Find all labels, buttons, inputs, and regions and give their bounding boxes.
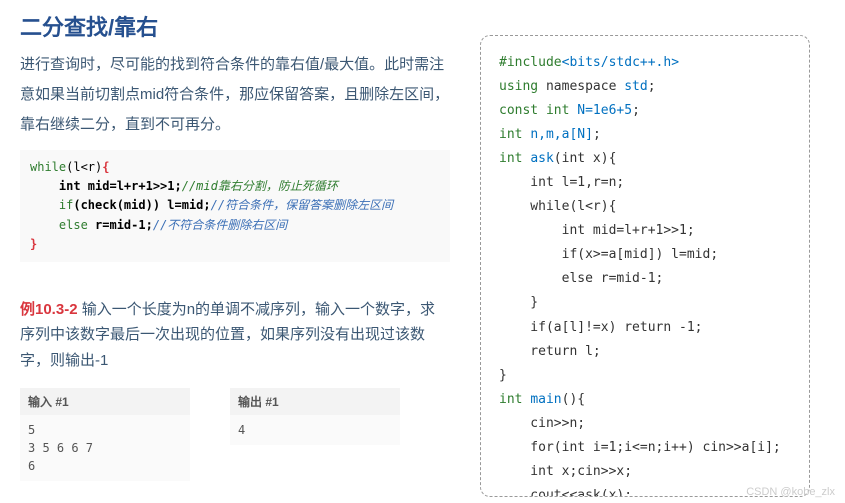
- description-paragraph: 进行查询时，尽可能的找到符合条件的靠右值/最大值。此时需注意如果当前切割点mid…: [20, 50, 450, 140]
- output-body: 4: [230, 415, 400, 445]
- right-column: #include<bits/stdc++.h> using namespace …: [480, 0, 810, 497]
- open-brace: {: [102, 160, 109, 174]
- input-label: 输入 #1: [20, 388, 190, 415]
- heading: 二分查找/靠右: [20, 10, 450, 42]
- io-row: 输入 #1 5 3 5 6 6 7 6 输出 #1 4: [20, 388, 450, 481]
- output-label: 输出 #1: [230, 388, 400, 415]
- source-code-box: #include<bits/stdc++.h> using namespace …: [480, 35, 810, 497]
- page-container: 二分查找/靠右 进行查询时，尽可能的找到符合条件的靠右值/最大值。此时需注意如果…: [0, 0, 845, 497]
- watermark: CSDN @kobe_zlx: [746, 486, 835, 498]
- keyword-while: while: [30, 160, 66, 174]
- output-column: 输出 #1 4: [230, 388, 400, 481]
- example-block: 例10.3-2 输入一个长度为n的单调不减序列，输入一个数字，求序列中该数字最后…: [20, 297, 450, 374]
- input-column: 输入 #1 5 3 5 6 6 7 6: [20, 388, 190, 481]
- inline-code-snippet: while(l<r){ int mid=l+r+1>>1;//mid靠右分割，防…: [20, 150, 450, 262]
- left-column: 二分查找/靠右 进行查询时，尽可能的找到符合条件的靠右值/最大值。此时需注意如果…: [20, 0, 450, 497]
- close-brace: }: [30, 237, 37, 251]
- input-body: 5 3 5 6 6 7 6: [20, 415, 190, 481]
- example-label: 例10.3-2: [20, 301, 78, 318]
- example-text: 输入一个长度为n的单调不减序列，输入一个数字，求序列中该数字最后一次出现的位置，…: [20, 301, 435, 369]
